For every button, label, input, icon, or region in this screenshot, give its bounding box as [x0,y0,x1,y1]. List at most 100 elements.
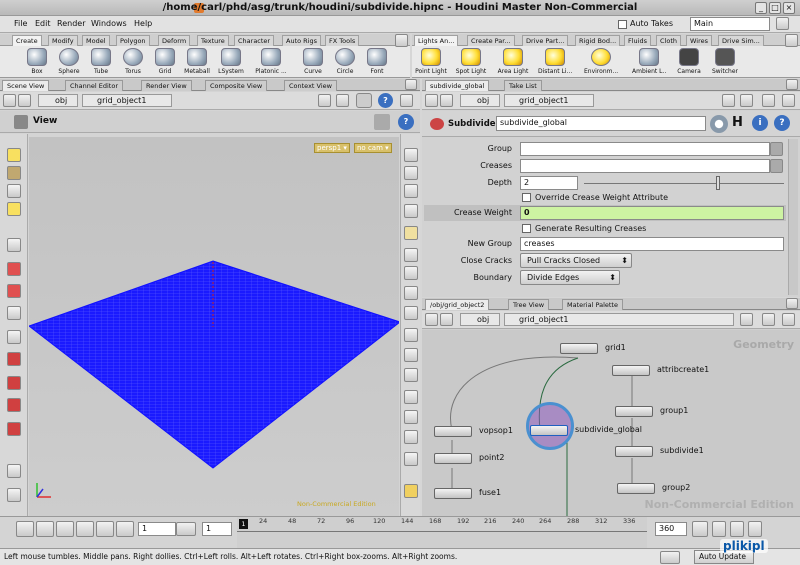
prev-frame-button[interactable] [36,521,54,537]
net-close-button[interactable] [782,313,795,326]
desktop-options-button[interactable] [776,17,789,30]
tab-material-palette[interactable]: Material Palette [562,299,623,310]
desktop-select[interactable]: Main [690,17,770,31]
param-path-obj[interactable]: obj [460,94,500,107]
menu-help[interactable]: Help [134,19,152,28]
override-checkbox[interactable] [522,193,531,202]
ghost-icon[interactable] [404,368,418,382]
minimize-button[interactable]: _ [755,2,767,14]
help-icon[interactable]: ? [774,115,790,131]
tab-take-list[interactable]: Take List [504,80,542,91]
tool-red-4-icon[interactable] [7,422,21,436]
maximize-button[interactable]: □ [769,2,781,14]
tab-render-view[interactable]: Render View [141,80,192,91]
viewer-help-icon[interactable]: ? [378,93,393,108]
view-tool-icon[interactable] [7,166,21,180]
tool-curve[interactable]: Curve [296,46,330,82]
display-options-icon[interactable] [404,148,418,162]
play-reverse-button[interactable] [56,521,74,537]
node-fuse1[interactable]: fuse1 [434,488,501,499]
shelf-tab-create-particles[interactable]: Create Par... [467,35,515,46]
crease-weight-field[interactable]: 0 [520,206,784,220]
template-icon[interactable] [404,348,418,362]
menu-windows[interactable]: Windows [91,19,127,28]
shaded-icon[interactable] [404,184,418,198]
tab-grid-object2[interactable]: /obj/grid_object2 [425,299,490,310]
handle-tool-icon[interactable] [374,114,390,130]
construction-icon[interactable] [404,328,418,342]
tab-subdivide-global[interactable]: subdivide_global [425,80,490,91]
tool-font[interactable]: Font [360,46,394,82]
param-path-grid-object[interactable]: grid_object1 [504,94,594,107]
tool-environment-light[interactable]: Environm... [584,46,618,82]
net-help-button[interactable] [762,313,775,326]
rotate-tool-icon[interactable] [7,262,21,276]
param-close-button[interactable] [782,94,795,107]
texture-icon[interactable] [404,204,418,218]
node-grid1[interactable]: grid1 [560,343,626,354]
snapshot-icon[interactable] [7,488,21,502]
net-path-grid-object[interactable]: grid_object1 [504,313,734,326]
tool-distant-light[interactable]: Distant Li... [538,46,572,82]
persp-menu[interactable]: persp1 ▾ [314,143,350,153]
shelf-tab-cloth[interactable]: Cloth [656,35,681,46]
shelf-tab-drive-particles[interactable]: Drive Part... [522,35,569,46]
gear-icon[interactable] [710,115,728,133]
end-frame-field[interactable]: 360 [655,522,687,536]
depth-slider-handle[interactable] [716,176,720,190]
shelf-right-menu-button[interactable] [785,34,798,47]
shelf-tab-drive-sim[interactable]: Drive Sim... [718,35,764,46]
net-pin-button[interactable] [740,313,753,326]
viewer-pin-button[interactable] [318,94,331,107]
param-help-button[interactable] [762,94,775,107]
tool-switcher[interactable]: Switcher [708,46,742,82]
shelf-tab-rigid-bodies[interactable]: Rigid Bod... [575,35,621,46]
points-icon[interactable] [404,248,418,262]
param-forward-arrow-icon[interactable] [440,94,453,107]
viewport[interactable]: persp1 ▾ no cam ▾ Non-Commercial Edition [29,137,399,516]
lock-icon[interactable] [7,464,21,478]
network-canvas[interactable]: Geometry Non-Commercial Edition grid1 at… [422,330,800,516]
shelf-tab-model[interactable]: Model [82,35,110,46]
tool-point-light[interactable]: Point Light [414,46,448,82]
shelf-tab-character[interactable]: Character [234,35,275,46]
node-group1[interactable]: group1 [615,406,688,417]
xray-icon[interactable] [404,390,418,404]
menu-edit[interactable]: Edit [35,19,51,28]
frame-stepper[interactable] [176,522,196,536]
param-link-button[interactable] [740,94,753,107]
select-tool-icon[interactable] [7,148,21,162]
selection-mode-icon[interactable] [404,226,418,240]
viewer-tab-menu-button[interactable] [405,79,417,90]
last-frame-button[interactable] [116,521,134,537]
shelf-tab-modify[interactable]: Modify [48,35,78,46]
tool-circle[interactable]: Circle [328,46,362,82]
move-tool-icon[interactable] [7,184,21,198]
viewer-tool-icon[interactable] [356,93,372,108]
net-back-arrow-icon[interactable] [425,313,438,326]
tab-context-view[interactable]: Context View [284,80,337,91]
path-grid-object[interactable]: grid_object1 [82,94,172,107]
wireframe-icon[interactable] [404,166,418,180]
playbar-key-button[interactable] [692,521,708,537]
tool-camera[interactable]: Camera [672,46,706,82]
shelf-tab-deform[interactable]: Deform [158,35,191,46]
viewer-link-button[interactable] [336,94,349,107]
group-menu-button[interactable] [770,142,783,156]
node-subdivide1[interactable]: subdivide1 [615,446,704,457]
tool-red-2-icon[interactable] [7,376,21,390]
forward-arrow-icon[interactable] [18,94,31,107]
snap-icon[interactable] [404,306,418,320]
tool-torus[interactable]: Torus [116,46,150,82]
tool-tube[interactable]: Tube [84,46,118,82]
boundary-select[interactable]: Divide Edges ⬍ [520,270,620,285]
tab-tree-view[interactable]: Tree View [508,299,550,310]
shelf-tab-create[interactable]: Create [12,35,42,46]
net-path-obj[interactable]: obj [460,313,500,326]
menu-render[interactable]: Render [57,19,85,28]
tool-area-light[interactable]: Area Light [496,46,530,82]
cam-menu[interactable]: no cam ▾ [354,143,392,153]
param-back-arrow-icon[interactable] [425,94,438,107]
playbar-option-3[interactable] [748,521,762,537]
transform-tool-icon[interactable] [7,238,21,252]
